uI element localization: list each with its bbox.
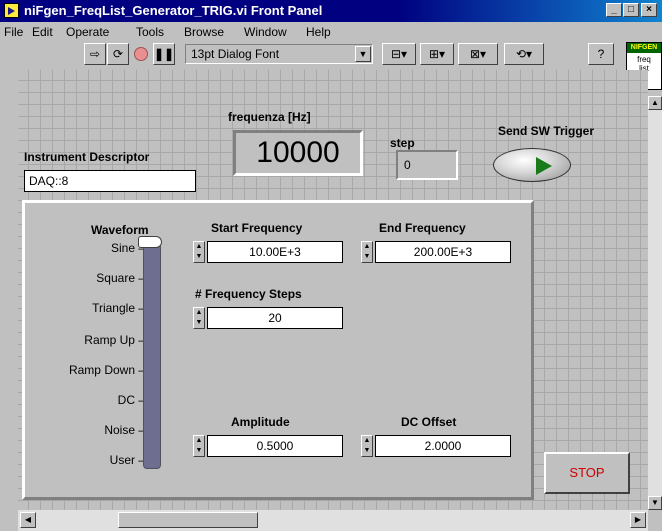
scroll-down-icon[interactable]: ▼ — [648, 496, 662, 510]
align-objects-icon[interactable]: ⊟▾ — [382, 43, 416, 65]
minimize-button[interactable]: _ — [606, 3, 622, 17]
increment-decrement-icon[interactable]: ▲ ▼ — [193, 435, 205, 457]
frequency-indicator: 10000 — [233, 130, 363, 176]
vi-icon-line1: freq — [637, 55, 651, 64]
scrollbar-corner — [0, 510, 18, 531]
waveform-option-user: User – — [109, 453, 145, 467]
waveform-option-triangle: Triangle – — [92, 301, 145, 315]
abort-icon[interactable] — [130, 43, 152, 65]
window-title: niFgen_FreqList_Generator_TRIG.vi Front … — [24, 3, 323, 18]
dc-offset-field[interactable]: 2.0000 — [375, 435, 511, 457]
waveform-option-ramp-down: Ramp Down – — [68, 363, 145, 377]
step-label: step — [390, 136, 415, 150]
frequency-label: frequenza [Hz] — [228, 110, 311, 124]
run-continuously-icon[interactable]: ⟳ — [107, 43, 129, 65]
frequency-steps-control: ▲ ▼ 20 — [193, 307, 343, 329]
menu-edit[interactable]: Edit — [32, 25, 53, 39]
waveform-option-dc: DC – — [117, 393, 145, 407]
waveform-option-square: Square – — [96, 271, 145, 285]
font-select-value: 13pt Dialog Font — [191, 47, 280, 61]
title-bar: niFgen_FreqList_Generator_TRIG.vi Front … — [0, 0, 662, 22]
increment-decrement-icon[interactable]: ▲ ▼ — [361, 241, 373, 263]
menu-file[interactable]: File — [4, 25, 23, 39]
toolbar: ⇨ ⟳ ❚❚ 13pt Dialog Font ▼ ⊟▾ ⊞▾ ⊠▾ ⟲▾ ? — [0, 41, 620, 69]
instrument-descriptor-field[interactable]: DAQ::8 — [24, 170, 196, 192]
reorder-icon[interactable]: ⟲▾ — [504, 43, 544, 65]
scroll-left-icon[interactable]: ◀ — [20, 512, 36, 528]
pause-icon[interactable]: ❚❚ — [153, 43, 175, 65]
increment-decrement-icon[interactable]: ▲ ▼ — [361, 435, 373, 457]
maximize-button[interactable]: □ — [623, 3, 639, 17]
instrument-descriptor-label: Instrument Descriptor — [24, 150, 150, 164]
close-button[interactable]: × — [641, 3, 657, 17]
horizontal-scroll-thumb[interactable] — [118, 512, 258, 528]
start-frequency-control: ▲ ▼ 10.00E+3 — [193, 241, 343, 263]
frequency-steps-field[interactable]: 20 — [207, 307, 343, 329]
help-icon[interactable]: ? — [588, 43, 614, 65]
menu-bar: File Edit Operate Tools Browse Window He… — [0, 22, 620, 41]
chevron-down-icon: ▼ — [355, 46, 371, 62]
vertical-scrollbar[interactable]: ▲ ▼ — [648, 96, 662, 510]
stop-button[interactable]: STOP — [544, 452, 630, 494]
vi-icon-header: NIFGEN — [627, 43, 661, 53]
scroll-up-icon[interactable]: ▲ — [648, 96, 662, 110]
increment-decrement-icon[interactable]: ▲ ▼ — [193, 307, 205, 329]
front-panel: Instrument Descriptor DAQ::8 frequenza [… — [18, 70, 648, 510]
settings-cluster: Waveform Sine – Square – Triangle – Ramp… — [22, 200, 534, 500]
amplitude-field[interactable]: 0.5000 — [207, 435, 343, 457]
start-frequency-field[interactable]: 10.00E+3 — [207, 241, 343, 263]
end-frequency-label: End Frequency — [379, 221, 466, 235]
waveform-option-noise: Noise – — [104, 423, 145, 437]
dc-offset-control: ▲ ▼ 2.0000 — [361, 435, 511, 457]
font-select[interactable]: 13pt Dialog Font ▼ — [185, 44, 373, 64]
distribute-objects-icon[interactable]: ⊞▾ — [420, 43, 454, 65]
menu-help[interactable]: Help — [306, 25, 331, 39]
waveform-slider-track[interactable] — [143, 243, 161, 469]
horizontal-scrollbar[interactable]: ◀ ▶ — [18, 510, 648, 531]
left-gutter — [0, 70, 18, 510]
send-sw-trigger-button[interactable] — [493, 148, 571, 182]
end-frequency-field[interactable]: 200.00E+3 — [375, 241, 511, 263]
amplitude-label: Amplitude — [231, 415, 290, 429]
amplitude-control: ▲ ▼ 0.5000 — [193, 435, 343, 457]
send-sw-trigger-label: Send SW Trigger — [498, 124, 595, 138]
dc-offset-label: DC Offset — [401, 415, 457, 429]
increment-decrement-icon[interactable]: ▲ ▼ — [193, 241, 205, 263]
waveform-option-ramp-up: Ramp Up – — [84, 333, 145, 347]
start-frequency-label: Start Frequency — [211, 221, 303, 235]
menu-browse[interactable]: Browse — [184, 25, 224, 39]
waveform-label: Waveform — [91, 223, 149, 237]
run-arrow-icon[interactable]: ⇨ — [84, 43, 106, 65]
frequency-steps-label: # Frequency Steps — [195, 287, 302, 301]
menu-window[interactable]: Window — [244, 25, 287, 39]
end-frequency-control: ▲ ▼ 200.00E+3 — [361, 241, 511, 263]
scroll-right-icon[interactable]: ▶ — [630, 512, 646, 528]
menu-operate[interactable]: Operate — [66, 25, 109, 39]
labview-vi-icon — [4, 3, 19, 18]
resize-objects-icon[interactable]: ⊠▾ — [458, 43, 498, 65]
menu-tools[interactable]: Tools — [136, 25, 164, 39]
waveform-slider-thumb[interactable] — [138, 236, 162, 248]
step-indicator: 0 — [396, 150, 458, 180]
play-arrow-icon — [536, 157, 552, 175]
